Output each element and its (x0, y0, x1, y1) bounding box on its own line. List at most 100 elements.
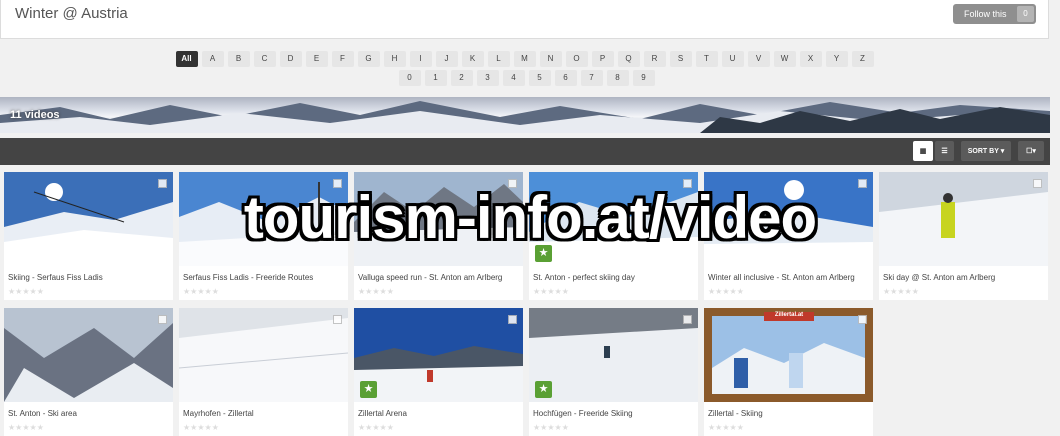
video-card[interactable]: St. Anton - Ski area ★★★★★ (4, 308, 173, 436)
filter-letter-h[interactable]: H (383, 51, 406, 67)
video-card[interactable]: ★ Hochfügen - Freeride Skiing ★★★★★ (529, 308, 698, 436)
select-checkbox[interactable] (508, 315, 517, 324)
filter-letter-a[interactable]: A (201, 51, 224, 67)
page-header: Winter @ Austria Follow this 0 (0, 0, 1049, 39)
page-title: Winter @ Austria (15, 5, 128, 22)
rating-stars[interactable]: ★★★★★ (183, 423, 219, 432)
rating-stars[interactable]: ★★★★★ (183, 287, 219, 296)
video-thumbnail[interactable] (354, 308, 523, 402)
video-thumbnail[interactable] (529, 308, 698, 402)
video-title[interactable]: St. Anton - perfect skiing day (533, 273, 635, 282)
filter-digit-4[interactable]: 4 (502, 70, 525, 86)
filter-letter-g[interactable]: G (357, 51, 380, 67)
list-icon: ☰ (941, 148, 948, 155)
filter-digit-7[interactable]: 7 (580, 70, 603, 86)
video-title[interactable]: Mayrhofen - Zillertal (183, 409, 254, 418)
video-title[interactable]: Valluga speed run - St. Anton am Arlberg (358, 273, 502, 282)
filter-letter-o[interactable]: O (565, 51, 588, 67)
star-icon: ★ (360, 381, 377, 398)
rating-stars[interactable]: ★★★★★ (358, 287, 394, 296)
filter-all[interactable]: All (175, 51, 198, 67)
filter-digit-2[interactable]: 2 (450, 70, 473, 86)
video-title[interactable]: Zillertal Arena (358, 409, 407, 418)
filter-letter-c[interactable]: C (253, 51, 276, 67)
rating-stars[interactable]: ★★★★★ (533, 423, 569, 432)
filter-digit-0[interactable]: 0 (398, 70, 421, 86)
filter-letter-i[interactable]: I (409, 51, 432, 67)
follow-label: Follow this (964, 9, 1007, 19)
select-checkbox[interactable] (1033, 179, 1042, 188)
filter-digit-3[interactable]: 3 (476, 70, 499, 86)
rating-stars[interactable]: ★★★★★ (8, 287, 44, 296)
video-card[interactable]: Zillertal - Skiing ★★★★★ Zillertal.at (704, 308, 873, 436)
channel-banner: 11 videos (0, 97, 1050, 133)
rating-stars[interactable]: ★★★★★ (8, 423, 44, 432)
filter-letter-b[interactable]: B (227, 51, 250, 67)
video-title[interactable]: St. Anton - Ski area (8, 409, 77, 418)
select-checkbox[interactable] (158, 315, 167, 324)
filter-digit-8[interactable]: 8 (606, 70, 629, 86)
select-checkbox[interactable] (333, 315, 342, 324)
select-checkbox[interactable] (683, 315, 692, 324)
video-count: 11 videos (10, 109, 60, 121)
video-card[interactable]: Ski day @ St. Anton am Arlberg ★★★★★ (879, 172, 1048, 300)
sort-by-dropdown[interactable]: SORT BY ▾ (961, 141, 1011, 161)
video-title[interactable]: Serfaus Fiss Ladis - Freeride Routes (183, 273, 313, 282)
filter-letter-v[interactable]: V (747, 51, 770, 67)
filter-letter-k[interactable]: K (461, 51, 484, 67)
filter-letter-m[interactable]: M (513, 51, 536, 67)
filter-digit-5[interactable]: 5 (528, 70, 551, 86)
filter-letter-w[interactable]: W (773, 51, 796, 67)
select-checkbox[interactable] (158, 179, 167, 188)
watermark-text: tourism-info.at/video (243, 184, 817, 251)
video-toolbar: ▦ ☰ SORT BY ▾ ☐▾ (0, 138, 1050, 165)
filter-letter-j[interactable]: J (435, 51, 458, 67)
follow-button[interactable]: Follow this 0 (953, 4, 1036, 24)
rating-stars[interactable]: ★★★★★ (533, 287, 569, 296)
video-card[interactable]: ★ Zillertal Arena ★★★★★ (354, 308, 523, 436)
video-card[interactable]: Skiing - Serfaus Fiss Ladis ★★★★★ (4, 172, 173, 300)
filter-letter-e[interactable]: E (305, 51, 328, 67)
filter-digit-1[interactable]: 1 (424, 70, 447, 86)
filter-letter-t[interactable]: T (695, 51, 718, 67)
video-title[interactable]: Hochfügen - Freeride Skiing (533, 409, 633, 418)
filter-letter-d[interactable]: D (279, 51, 302, 67)
grid-view-button[interactable]: ▦ (913, 141, 933, 161)
video-title[interactable]: Zillertal - Skiing (708, 409, 763, 418)
video-card[interactable]: Mayrhofen - Zillertal ★★★★★ (179, 308, 348, 436)
filter-letter-y[interactable]: Y (825, 51, 848, 67)
filter-letter-x[interactable]: X (799, 51, 822, 67)
video-thumbnail[interactable] (179, 308, 348, 402)
video-title[interactable]: Ski day @ St. Anton am Arlberg (883, 273, 995, 282)
filter-letter-s[interactable]: S (669, 51, 692, 67)
select-dropdown[interactable]: ☐▾ (1018, 141, 1044, 161)
list-view-button[interactable]: ☰ (935, 141, 954, 161)
video-thumbnail[interactable] (4, 172, 173, 266)
alphabet-filter: All A B C D E F G H I J K L M N O P Q R S T U V W X Y Z 0123456789 (0, 51, 1049, 89)
filter-letter-z[interactable]: Z (851, 51, 874, 67)
follow-count: 0 (1017, 6, 1034, 22)
filter-letter-f[interactable]: F (331, 51, 354, 67)
filter-letter-p[interactable]: P (591, 51, 614, 67)
filter-letter-r[interactable]: R (643, 51, 666, 67)
video-thumbnail[interactable] (704, 308, 873, 402)
video-title[interactable]: Winter all inclusive - St. Anton am Arlb… (708, 273, 855, 282)
select-checkbox[interactable] (858, 315, 867, 324)
select-checkbox[interactable] (858, 179, 867, 188)
filter-digit-6[interactable]: 6 (554, 70, 577, 86)
filter-letter-n[interactable]: N (539, 51, 562, 67)
zillertal-logo: Zillertal.at (774, 312, 804, 318)
rating-stars[interactable]: ★★★★★ (883, 287, 919, 296)
video-thumbnail[interactable] (4, 308, 173, 402)
rating-stars[interactable]: ★★★★★ (358, 423, 394, 432)
rating-stars[interactable]: ★★★★★ (708, 287, 744, 296)
filter-letter-l[interactable]: L (487, 51, 510, 67)
rating-stars[interactable]: ★★★★★ (708, 423, 744, 432)
filter-letter-u[interactable]: U (721, 51, 744, 67)
video-thumbnail[interactable] (879, 172, 1048, 266)
filter-letter-q[interactable]: Q (617, 51, 640, 67)
star-icon: ★ (535, 381, 552, 398)
filter-digit-9[interactable]: 9 (632, 70, 655, 86)
mountain-banner-image (0, 101, 1050, 133)
video-title[interactable]: Skiing - Serfaus Fiss Ladis (8, 273, 103, 282)
